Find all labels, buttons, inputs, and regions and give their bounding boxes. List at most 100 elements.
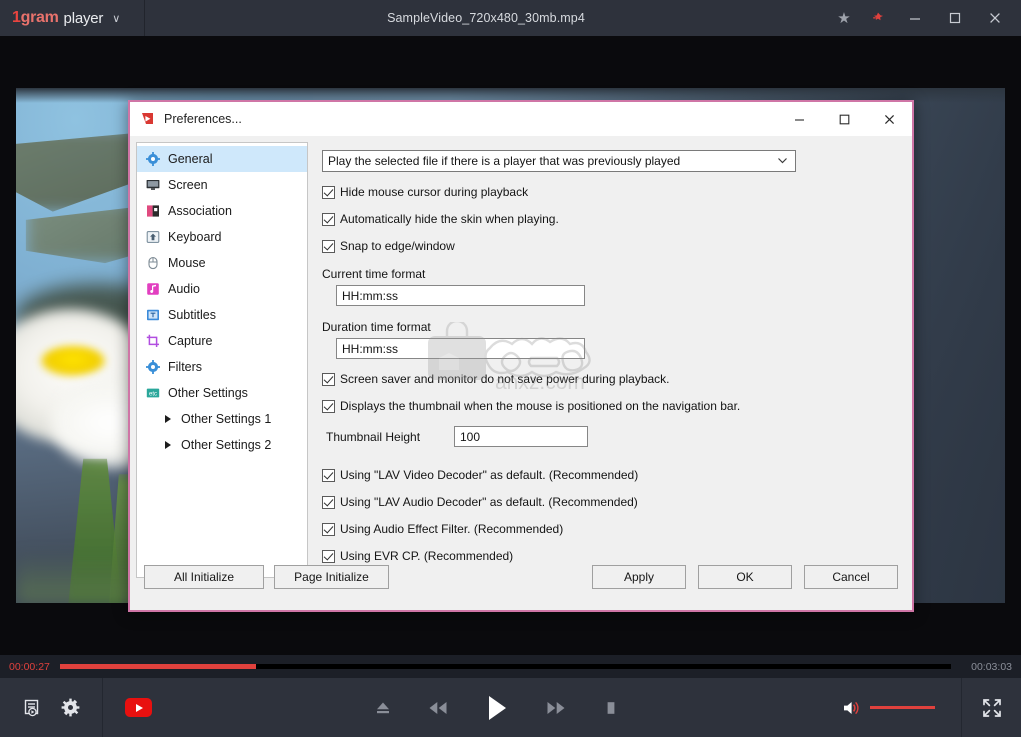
chevron-down-icon[interactable]: ∨: [112, 12, 120, 25]
sidebar-item-other-settings[interactable]: etc Other Settings: [137, 380, 307, 406]
chevron-right-icon: [165, 441, 171, 449]
checkbox-hide-mouse-cursor[interactable]: Hide mouse cursor during playback: [322, 185, 896, 199]
fast-forward-button[interactable]: [546, 699, 566, 717]
dialog-maximize-button[interactable]: [822, 103, 867, 135]
checkbox-box[interactable]: [322, 469, 335, 482]
progress-track[interactable]: [60, 664, 951, 669]
dialog-minimize-button[interactable]: [777, 103, 822, 135]
checkbox-auto-hide-skin[interactable]: Automatically hide the skin when playing…: [322, 212, 896, 226]
thumbnail-height-row: Thumbnail Height 100: [326, 426, 896, 447]
checkbox-box[interactable]: [322, 213, 335, 226]
checkbox-label: Snap to edge/window: [340, 239, 455, 253]
pin-icon[interactable]: [861, 0, 895, 36]
favorite-star-icon[interactable]: ★: [827, 0, 861, 36]
volume-icon: [842, 699, 862, 717]
ok-button[interactable]: OK: [698, 565, 792, 589]
checkbox-box[interactable]: [322, 496, 335, 509]
brand-1-text: 1: [12, 9, 21, 27]
checkbox-audio-effect-filter[interactable]: Using Audio Effect Filter. (Recommended): [322, 522, 896, 536]
rewind-button[interactable]: [428, 699, 448, 717]
sidebar-item-label: Mouse: [168, 256, 206, 270]
stop-icon: [602, 699, 620, 717]
sidebar-item-keyboard[interactable]: Keyboard: [137, 224, 307, 250]
brand-logo[interactable]: 1gram player ∨: [0, 0, 145, 36]
dialog-body: General Screen Association: [130, 136, 912, 578]
sidebar-item-label: Keyboard: [168, 230, 222, 244]
settings-nav-list[interactable]: General Screen Association: [136, 142, 308, 578]
keyboard-icon: [145, 230, 160, 245]
sidebar-item-label: Association: [168, 204, 232, 218]
sidebar-item-label: Capture: [168, 334, 212, 348]
sidebar-item-association[interactable]: Association: [137, 198, 307, 224]
chevron-right-icon: [165, 415, 171, 423]
checkbox-label: Displays the thumbnail when the mouse is…: [340, 399, 740, 413]
checkbox-snap-to-edge[interactable]: Snap to edge/window: [322, 239, 896, 253]
duration-time-format-label: Duration time format: [322, 320, 896, 334]
sidebar-item-label: Filters: [168, 360, 202, 374]
maximize-icon: [948, 11, 962, 25]
play-icon: [484, 694, 510, 722]
brand-player-text: player: [64, 10, 104, 27]
checkbox-box[interactable]: [322, 523, 335, 536]
checkbox-box[interactable]: [322, 373, 335, 386]
volume-slider[interactable]: [870, 706, 935, 709]
progress-fill: [60, 664, 256, 669]
eject-button[interactable]: [374, 699, 392, 717]
current-time-format-input[interactable]: HH:mm:ss: [336, 285, 585, 306]
etc-icon: etc: [145, 386, 160, 401]
page-initialize-button[interactable]: Page Initialize: [274, 565, 389, 589]
fullscreen-button[interactable]: [961, 678, 1021, 737]
checkbox-label: Using "LAV Video Decoder" as default. (R…: [340, 468, 638, 482]
checkbox-display-thumbnail[interactable]: Displays the thumbnail when the mouse is…: [322, 399, 896, 413]
sidebar-item-audio[interactable]: Audio: [137, 276, 307, 302]
checkbox-box[interactable]: [322, 240, 335, 253]
sidebar-subitem-other-settings-1[interactable]: Other Settings 1: [137, 406, 307, 432]
sidebar-item-subtitles[interactable]: Subtitles: [137, 302, 307, 328]
close-button[interactable]: [975, 0, 1015, 36]
sidebar-subitem-other-settings-2[interactable]: Other Settings 2: [137, 432, 307, 458]
startup-behavior-select[interactable]: Play the selected file if there is a pla…: [322, 150, 796, 172]
volume-button[interactable]: [842, 699, 862, 717]
thumbnail-height-input[interactable]: 100: [454, 426, 588, 447]
right-controls-group: [842, 678, 1021, 737]
youtube-icon: [136, 704, 143, 712]
close-icon: [883, 113, 896, 126]
seek-bar[interactable]: 00:00:27 00:03:03: [0, 655, 1021, 678]
settings-button[interactable]: [61, 698, 80, 717]
svg-text:etc: etc: [148, 391, 156, 397]
checkbox-lav-audio-decoder[interactable]: Using "LAV Audio Decoder" as default. (R…: [322, 495, 896, 509]
volume-control[interactable]: [842, 699, 961, 717]
youtube-button[interactable]: [125, 698, 152, 717]
left-controls-group: [0, 678, 103, 737]
minimize-icon: [908, 11, 922, 25]
dialog-close-button[interactable]: [867, 103, 912, 135]
duration-time-format-input[interactable]: HH:mm:ss: [336, 338, 585, 359]
app-logo-icon: [140, 111, 156, 127]
app-window: 1gram player ∨ SampleVideo_720x480_30mb.…: [0, 0, 1021, 737]
checkbox-screen-saver-power[interactable]: Screen saver and monitor do not save pow…: [322, 372, 896, 386]
checkbox-label: Using "LAV Audio Decoder" as default. (R…: [340, 495, 638, 509]
checkbox-label: Automatically hide the skin when playing…: [340, 212, 559, 226]
sidebar-item-capture[interactable]: Capture: [137, 328, 307, 354]
dialog-title: Preferences...: [164, 112, 777, 126]
playlist-button[interactable]: [23, 698, 43, 718]
sidebar-item-filters[interactable]: Filters: [137, 354, 307, 380]
sidebar-item-mouse[interactable]: Mouse: [137, 250, 307, 276]
stop-button[interactable]: [602, 699, 620, 717]
apply-button[interactable]: Apply: [592, 565, 686, 589]
minimize-button[interactable]: [895, 0, 935, 36]
sidebar-item-general[interactable]: General: [137, 146, 307, 172]
checkbox-box[interactable]: [322, 186, 335, 199]
transport-controls: [152, 694, 842, 722]
player-controls: [0, 678, 1021, 737]
sidebar-item-screen[interactable]: Screen: [137, 172, 307, 198]
all-initialize-button[interactable]: All Initialize: [144, 565, 264, 589]
duration-label: 00:03:03: [959, 661, 1021, 673]
cancel-button[interactable]: Cancel: [804, 565, 898, 589]
play-button[interactable]: [484, 694, 510, 722]
current-time-format-value: HH:mm:ss: [342, 289, 398, 303]
checkbox-box[interactable]: [322, 400, 335, 413]
titlebar-actions: ★: [827, 0, 1021, 36]
maximize-button[interactable]: [935, 0, 975, 36]
checkbox-lav-video-decoder[interactable]: Using "LAV Video Decoder" as default. (R…: [322, 468, 896, 482]
